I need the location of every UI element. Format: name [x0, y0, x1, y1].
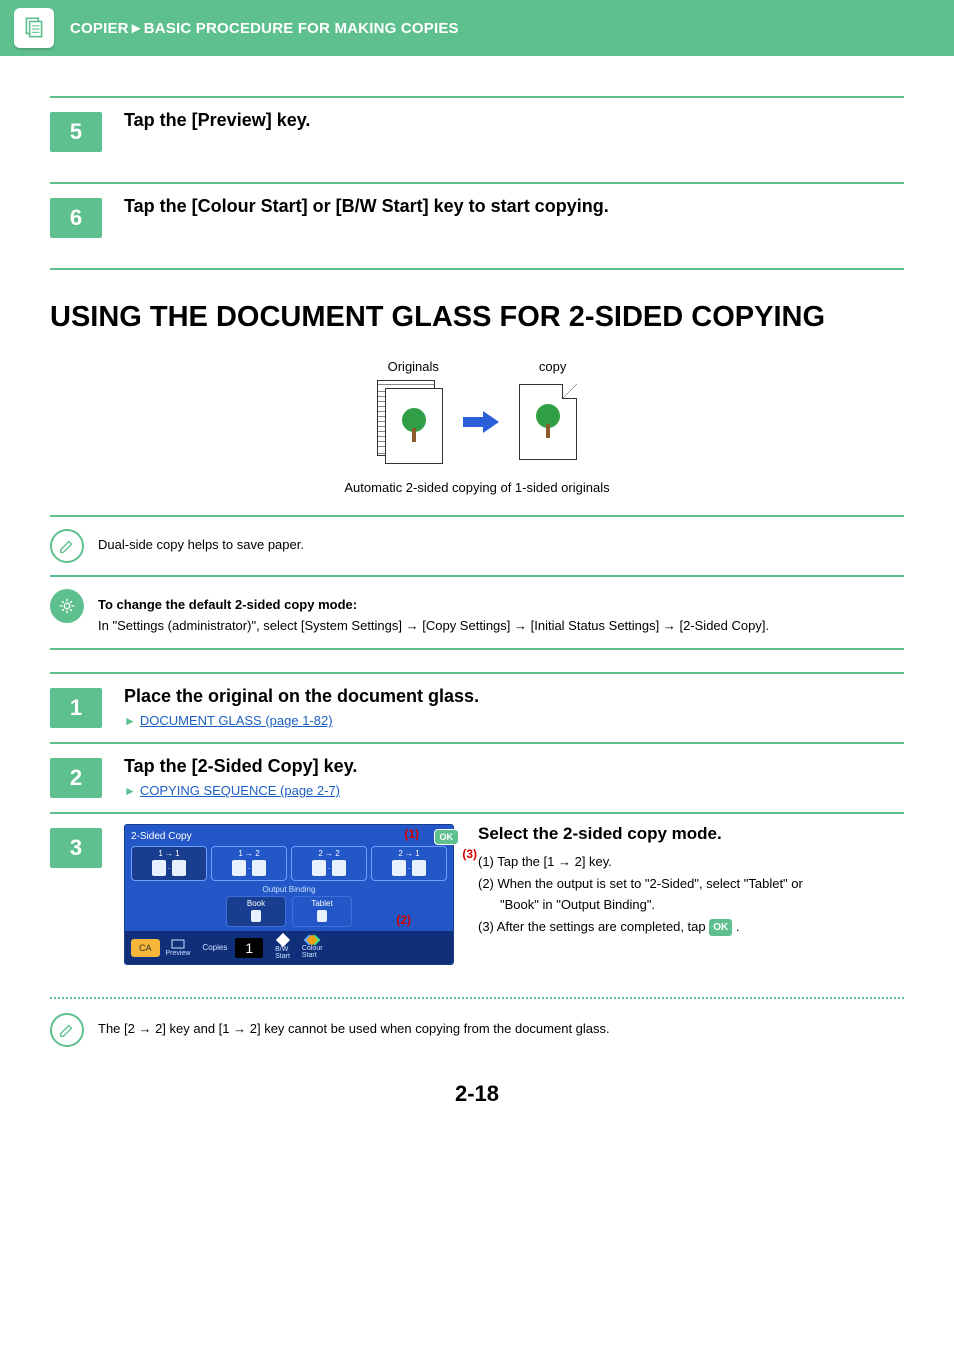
note2-title: To change the default 2-sided copy mode:	[98, 595, 769, 615]
copying-sequence-link[interactable]: COPYING SEQUENCE (page 2-7)	[140, 783, 340, 798]
diagram-caption: Automatic 2-sided copying of 1-sided ori…	[344, 480, 609, 495]
breadcrumb-section[interactable]: COPIER	[70, 20, 129, 37]
ok-inline-icon: OK	[709, 919, 732, 936]
section-heading: USING THE DOCUMENT GLASS FOR 2-SIDED COP…	[50, 300, 904, 335]
footnote-text: The [2 → 2] key and [1 → 2] key cannot b…	[98, 1013, 610, 1039]
bw-start-button[interactable]: B/WStart	[275, 935, 290, 960]
step-2: 2 Tap the [2-Sided Copy] key. ► COPYING S…	[50, 744, 904, 812]
desc-line-2: (2) When the output is set to "2-Sided",…	[478, 874, 803, 894]
note2-body: In "Settings (administrator)", select [S…	[98, 616, 769, 636]
output-binding-label: Output Binding	[131, 885, 447, 894]
two-sided-copy-panel: 2-Sided Copy 1 → 1· 1 → 2· 2 → 2· 2 → 1·…	[124, 824, 454, 965]
panel-title: 2-Sided Copy	[131, 831, 447, 842]
desc-line-3: (3) After the settings are completed, ta…	[478, 917, 803, 937]
preview-button[interactable]: Preview	[166, 939, 191, 957]
header-bar: COPIER►BASIC PROCEDURE FOR MAKING COPIES	[0, 0, 954, 56]
step-number: 5	[50, 112, 102, 152]
step-3: 3 2-Sided Copy 1 → 1· 1 → 2· 2 → 2· 2 → …	[50, 814, 904, 983]
step-1-title: Place the original on the document glass…	[124, 684, 479, 709]
copier-glyph-icon	[21, 15, 47, 41]
gear-note-icon	[50, 589, 84, 623]
diagram-copy-label: copy	[539, 359, 566, 374]
breadcrumb: COPIER►BASIC PROCEDURE FOR MAKING COPIES	[70, 20, 459, 37]
duplex-output-icon	[519, 384, 577, 460]
step-3-description: Select the 2-sided copy mode. (1) Tap th…	[478, 824, 803, 938]
link-bullet-icon: ►	[124, 784, 136, 798]
breadcrumb-page[interactable]: BASIC PROCEDURE FOR MAKING COPIES	[144, 20, 459, 37]
callout-1: (1)	[404, 827, 419, 841]
link-bullet-icon: ►	[124, 714, 136, 728]
step-5-title: Tap the [Preview] key.	[124, 108, 310, 133]
pencil-note-icon	[50, 1013, 84, 1047]
step-3-heading: Select the 2-sided copy mode.	[478, 824, 803, 844]
note-text: Dual-side copy helps to save paper.	[98, 529, 304, 555]
step-6: 6 Tap the [Colour Start] or [B/W Start] …	[50, 184, 904, 268]
callout-3: (3)	[462, 847, 477, 861]
copies-value[interactable]: 1	[235, 938, 263, 958]
copier-icon	[14, 8, 54, 48]
option-2-to-2[interactable]: 2 → 2·	[291, 846, 367, 881]
default-mode-note: To change the default 2-sided copy mode:…	[50, 577, 904, 648]
step-2-title: Tap the [2-Sided Copy] key.	[124, 754, 357, 779]
document-glass-link[interactable]: DOCUMENT GLASS (page 1-82)	[140, 713, 333, 728]
footnote: The [2 → 2] key and [1 → 2] key cannot b…	[50, 1009, 904, 1047]
breadcrumb-sep: ►	[129, 20, 144, 37]
pencil-note-icon	[50, 529, 84, 563]
step-6-title: Tap the [Colour Start] or [B/W Start] ke…	[124, 194, 609, 219]
colour-start-button[interactable]: ColourStart	[302, 936, 323, 959]
desc-line-1: (1) Tap the [1 → 2] key.	[478, 852, 803, 872]
callout-2: (2)	[396, 913, 411, 927]
option-1-to-2[interactable]: 1 → 2·	[211, 846, 287, 881]
step-1: 1 Place the original on the document gla…	[50, 674, 904, 742]
step-number: 1	[50, 688, 102, 728]
copies-label: Copies	[202, 943, 227, 952]
ok-button[interactable]: OK	[434, 829, 460, 845]
paper-saving-note: Dual-side copy helps to save paper.	[50, 517, 904, 575]
step-number: 2	[50, 758, 102, 798]
ca-button[interactable]: CA	[131, 939, 160, 957]
step-number: 3	[50, 828, 102, 868]
diagram-originals-label: Originals	[388, 359, 439, 374]
option-1-to-1[interactable]: 1 → 1·	[131, 846, 207, 881]
arrow-right-icon	[463, 411, 499, 433]
desc-line-2b: "Book" in "Output Binding".	[478, 895, 803, 915]
duplex-diagram: Originals copy Automatic 2-sided copying…	[50, 359, 904, 495]
step-5: 5 Tap the [Preview] key.	[50, 98, 904, 182]
binding-book[interactable]: Book	[226, 896, 286, 927]
binding-tablet[interactable]: Tablet	[292, 896, 352, 927]
step-number: 6	[50, 198, 102, 238]
page-number: 2-18	[50, 1081, 904, 1107]
originals-stack-icon	[377, 380, 443, 464]
option-2-to-1[interactable]: 2 → 1·	[371, 846, 447, 881]
